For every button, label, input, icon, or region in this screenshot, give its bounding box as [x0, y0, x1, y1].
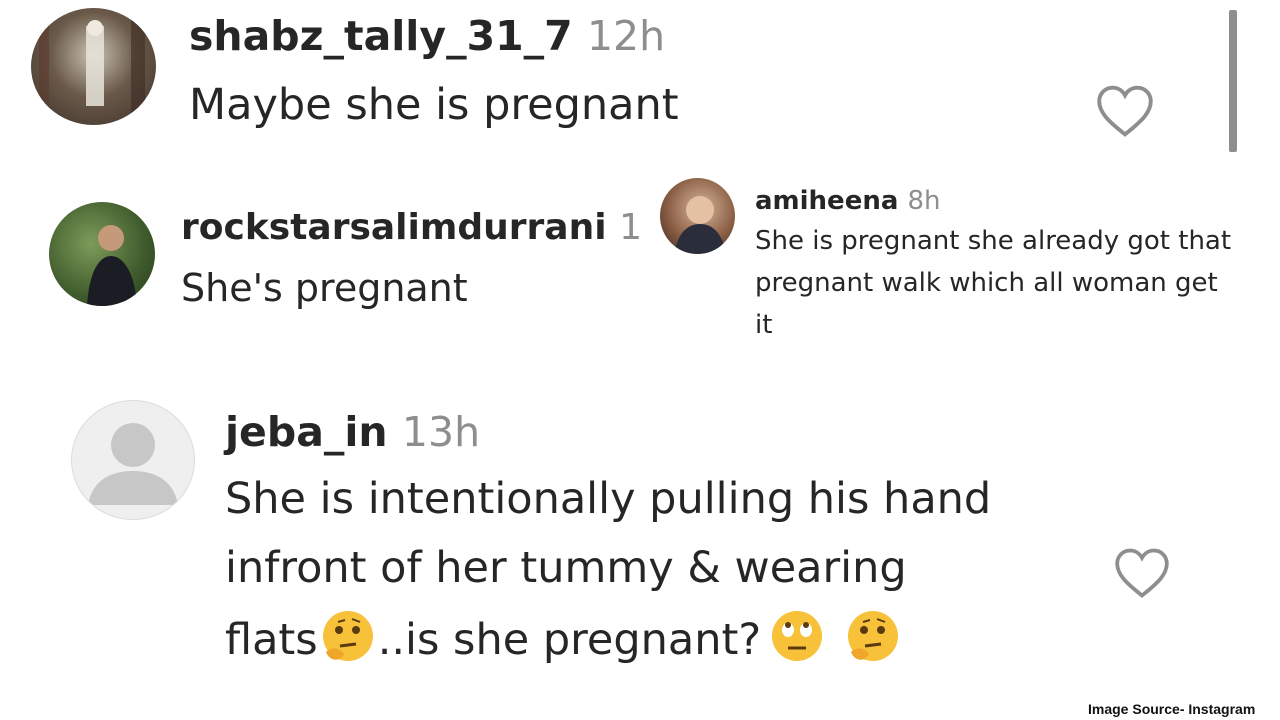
comment-username[interactable]: rockstarsalimdurrani 1	[181, 207, 642, 248]
comment-text-line: infront of her tummy & wearing	[225, 543, 907, 593]
comment-timestamp: 8h	[907, 186, 941, 216]
avatar-rockstar[interactable]	[49, 202, 155, 306]
avatar-shabz[interactable]	[31, 8, 156, 125]
like-heart-icon[interactable]	[1094, 84, 1156, 142]
comment-text: She's pregnant	[181, 266, 468, 310]
avatar-jeba[interactable]	[71, 400, 195, 520]
comment-username[interactable]: amiheena 8h	[755, 186, 940, 216]
comment-timestamp: 12h	[586, 12, 666, 60]
comment-text-part: ..is she pregnant?	[377, 615, 762, 665]
profile-photo-icon	[674, 196, 726, 254]
scrollbar[interactable]	[1229, 10, 1237, 152]
face-with-rolling-eyes-emoji	[767, 608, 827, 677]
comment-username[interactable]: shabz_tally_31_7 12h	[189, 12, 665, 60]
comment-text-line: it	[755, 310, 773, 340]
comment-amiheena: amiheena 8h She is pregnant she already …	[655, 170, 1280, 380]
comment-text-line: She is intentionally pulling his hand	[225, 474, 992, 524]
thinking-face-emoji	[318, 608, 378, 677]
comment-text: Maybe she is pregnant	[189, 80, 679, 130]
profile-photo-icon	[87, 225, 137, 306]
comment-timestamp: 13h	[401, 408, 481, 456]
comment-timestamp: 1	[619, 207, 642, 248]
comment-text-part: flats	[225, 615, 318, 665]
comment-text-line: pregnant walk which all woman get	[755, 268, 1218, 298]
profile-photo-icon	[39, 8, 145, 125]
thinking-face-emoji	[843, 608, 903, 677]
image-source-credit: Image Source- Instagram	[1088, 701, 1256, 717]
like-heart-icon[interactable]	[1112, 547, 1172, 603]
default-avatar-icon	[88, 423, 178, 505]
avatar-amiheena[interactable]	[660, 178, 735, 254]
comment-text-line: She is pregnant she already got that	[755, 226, 1232, 256]
comment-username[interactable]: jeba_in 13h	[225, 408, 480, 456]
comment-text-line-3: flats ..is she pregnant?	[225, 608, 903, 677]
